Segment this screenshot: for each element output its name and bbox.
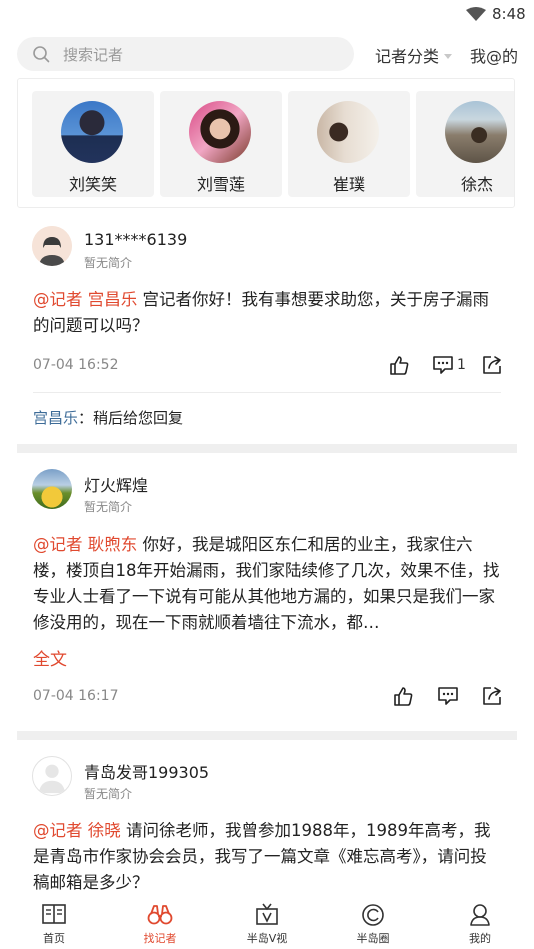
reporter-mention[interactable]: @记者 耿煦东: [33, 535, 137, 554]
search-icon: [33, 46, 50, 63]
status-bar: 8:48: [0, 0, 534, 30]
user-avatar[interactable]: [32, 226, 72, 266]
post-text[interactable]: @记者 宫昌乐 宫记者你好！我有事想要求助您，关于房子漏雨的问题可以吗？: [33, 287, 503, 339]
post-text[interactable]: @记者 徐晓 请问徐老师，我曾参加1988年，1989年高考，我是青岛市作家协会…: [33, 818, 503, 896]
tab-video[interactable]: 半岛V视: [227, 902, 307, 946]
search-placeholder: 搜索记者: [63, 46, 124, 64]
tab-find-reporter[interactable]: 找记者: [120, 902, 200, 946]
tab-label: 我的: [469, 932, 491, 945]
reporter-name: 刘雪莲: [196, 175, 245, 194]
post-separator: [17, 444, 517, 453]
post-time: 07-04 16:17: [33, 688, 119, 704]
expand-full-text-link[interactable]: 全文: [33, 645, 67, 670]
reply-text: ：稍后给您回复: [78, 409, 184, 427]
reporter-card[interactable]: 徐杰: [416, 91, 514, 197]
search-input[interactable]: 搜索记者: [17, 37, 354, 71]
reporter-avatar: [61, 101, 123, 163]
tab-label: 首页: [43, 932, 65, 945]
user-intro: 暂无简介: [84, 787, 133, 801]
newspaper-icon: [42, 904, 66, 924]
user-name[interactable]: 青岛发哥199305: [84, 759, 209, 783]
category-label: 记者分类: [375, 47, 440, 66]
bottom-tab-bar: 首页 找记者 半岛V视 半岛圈 我的: [0, 898, 534, 949]
reporter-reply[interactable]: 宫昌乐：稍后给您回复: [33, 407, 183, 428]
post-separator: [17, 731, 517, 740]
binoculars-icon: [147, 905, 173, 925]
comment-button[interactable]: [432, 354, 454, 376]
reporter-name: 崔璞: [332, 175, 365, 194]
thumbs-up-icon: [394, 687, 413, 706]
reporter-avatar: [445, 101, 507, 163]
tab-label: 半岛圈: [356, 932, 390, 945]
post-item: 青岛发哥199305 暂无简介 @记者 徐晓 请问徐老师，我曾参加1988年，1…: [17, 742, 517, 898]
share-button[interactable]: [481, 685, 503, 707]
reply-author[interactable]: 宫昌乐: [33, 409, 78, 427]
user-avatar[interactable]: [32, 756, 72, 796]
reporter-mention[interactable]: @记者 宫昌乐: [33, 290, 137, 309]
like-button[interactable]: [392, 685, 414, 707]
share-button[interactable]: [481, 354, 503, 376]
reporter-category-dropdown[interactable]: 记者分类: [375, 43, 453, 67]
like-button[interactable]: [388, 354, 410, 376]
reporter-card[interactable]: 刘雪莲: [160, 91, 282, 197]
reporter-mention[interactable]: @记者 徐晓: [33, 821, 121, 840]
tab-mine[interactable]: 我的: [440, 902, 520, 946]
user-avatar[interactable]: [32, 469, 72, 509]
default-user-icon: [38, 764, 66, 794]
comment-button[interactable]: [437, 685, 459, 707]
user-name[interactable]: 131****6139: [84, 230, 187, 249]
post-text[interactable]: @记者 耿煦东 你好，我是城阳区东仁和居的业主，我家住六楼，楼顶自18年开始漏雨…: [33, 532, 503, 636]
caret-down-icon: [444, 54, 453, 59]
user-intro: 暂无简介: [84, 256, 133, 270]
tab-label: 找记者: [143, 932, 177, 945]
reporter-avatar: [189, 101, 251, 163]
user-icon: [470, 904, 490, 926]
tab-label: 半岛V视: [246, 932, 288, 945]
reporter-carousel[interactable]: 刘笑笑 刘雪莲 崔璞 徐杰: [17, 78, 515, 208]
comment-icon: [433, 356, 453, 374]
divider: [33, 392, 501, 393]
reporter-avatar: [317, 101, 379, 163]
wifi-icon: [466, 7, 486, 21]
tab-home[interactable]: 首页: [14, 902, 94, 946]
post-item: 灯火辉煌 暂无简介 @记者 耿煦东 你好，我是城阳区东仁和居的业主，我家住六楼，…: [17, 455, 517, 729]
default-user-icon: [32, 226, 72, 266]
post-item: 131****6139 暂无简介 @记者 宫昌乐 宫记者你好！我有事想要求助您，…: [17, 214, 517, 442]
post-time: 07-04 16:52: [33, 357, 119, 373]
tab-circle[interactable]: 半岛圈: [333, 902, 413, 946]
thumbs-up-icon: [390, 356, 409, 375]
reporter-name: 徐杰: [460, 175, 493, 194]
share-icon: [483, 356, 501, 374]
comment-count: 1: [457, 357, 466, 373]
comment-icon: [438, 687, 458, 705]
user-intro: 暂无简介: [84, 500, 133, 514]
reporter-card[interactable]: 刘笑笑: [32, 91, 154, 197]
status-time: 8:48: [492, 5, 526, 23]
tv-icon: [256, 903, 278, 925]
reporter-name: 刘笑笑: [68, 175, 117, 194]
reporter-card[interactable]: 崔璞: [288, 91, 410, 197]
share-icon: [483, 687, 501, 705]
user-name[interactable]: 灯火辉煌: [84, 472, 148, 496]
my-mentions-button[interactable]: 我@的: [470, 43, 518, 67]
circle-icon: [362, 904, 384, 926]
